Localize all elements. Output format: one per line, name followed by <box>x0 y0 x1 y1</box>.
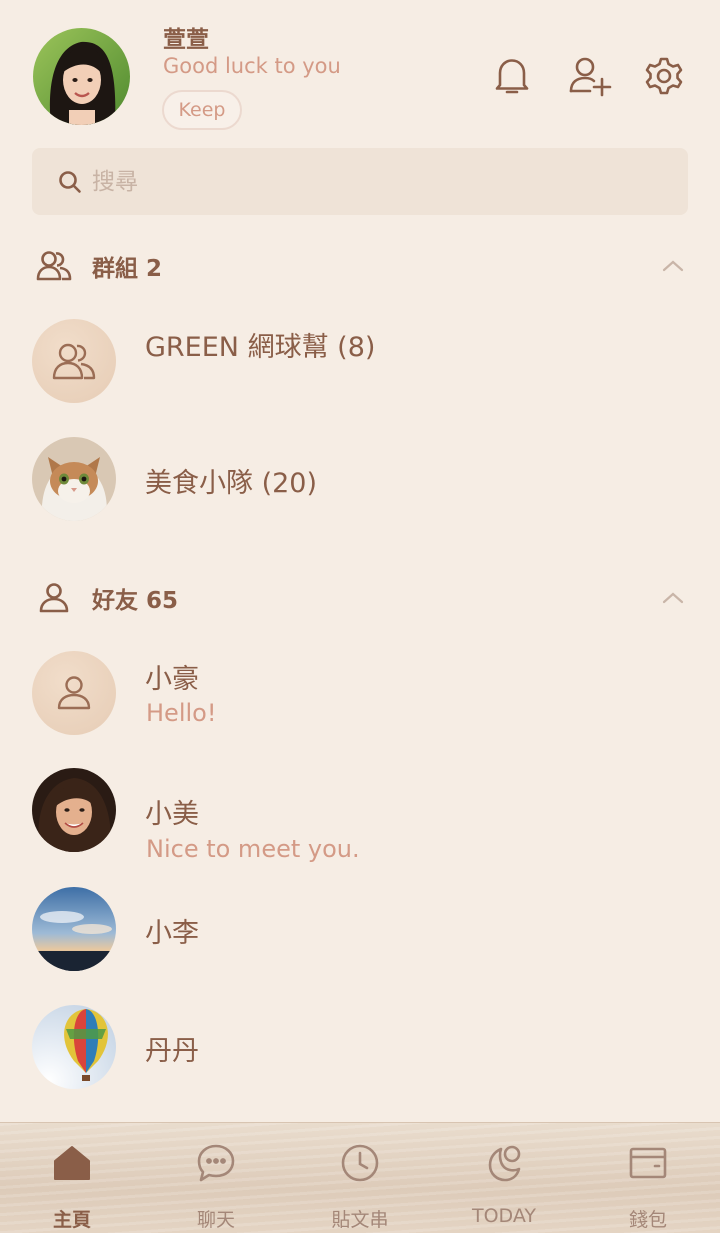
friend-name: 丹丹 <box>145 1036 199 1067</box>
profile-avatar[interactable] <box>33 28 130 125</box>
profile-name: 萱萱 <box>163 27 209 53</box>
friend-name: 小李 <box>145 918 199 949</box>
nav-home[interactable]: 主頁 <box>0 1123 144 1233</box>
group-icon <box>32 244 76 288</box>
nav-chat-label: 聊天 <box>196 1209 235 1231</box>
collapse-chevron-icon[interactable] <box>658 251 688 281</box>
nav-home-label: 主頁 <box>52 1209 91 1231</box>
person-placeholder-icon <box>32 651 116 735</box>
group-row[interactable]: 美食小隊 (20) <box>32 437 688 521</box>
friend-status-message: Nice to meet you. <box>146 835 360 863</box>
friend-row[interactable]: 小美 Nice to meet you. <box>32 768 688 863</box>
nav-timeline-label: 貼文串 <box>331 1209 389 1231</box>
search-input[interactable] <box>90 167 594 196</box>
chat-bubble-icon <box>194 1141 238 1185</box>
search-icon <box>58 169 84 195</box>
nav-wallet[interactable]: 錢包 <box>576 1123 720 1233</box>
sky-avatar <box>32 887 116 971</box>
group-name: 美食小隊 (20) <box>145 468 318 499</box>
keep-button[interactable]: Keep <box>162 90 242 130</box>
friends-section-title: 好友 65 <box>92 588 179 614</box>
collapse-chevron-icon[interactable] <box>658 583 688 613</box>
settings-gear-icon[interactable] <box>642 54 686 98</box>
friend-name: 小美 <box>145 799 199 830</box>
search-bar[interactable] <box>32 148 688 215</box>
nav-today-label: TODAY <box>472 1205 536 1227</box>
friend-row[interactable]: 丹丹 <box>32 1005 688 1089</box>
today-moon-icon <box>482 1141 526 1185</box>
wallet-icon <box>626 1141 670 1185</box>
friend-row[interactable]: 小豪 Hello! <box>32 651 688 735</box>
friends-section-header[interactable]: 好友 65 <box>32 576 688 620</box>
hot-air-balloon-avatar <box>32 1005 116 1089</box>
groups-section-title: 群組 2 <box>92 256 163 282</box>
clock-icon <box>338 1141 382 1185</box>
nav-today[interactable]: TODAY <box>432 1123 576 1233</box>
group-name: GREEN 網球幫 (8) <box>145 332 376 363</box>
nav-wallet-label: 錢包 <box>628 1209 667 1231</box>
friend-name: 小豪 <box>145 664 199 695</box>
person-icon <box>32 576 76 620</box>
group-row[interactable]: GREEN 網球幫 (8) <box>32 319 688 403</box>
groups-section-header[interactable]: 群組 2 <box>32 244 688 288</box>
nav-timeline[interactable]: 貼文串 <box>288 1123 432 1233</box>
nav-chat[interactable]: 聊天 <box>144 1123 288 1233</box>
friend-status-message: Hello! <box>146 699 217 727</box>
bottom-navigation: 主頁 聊天 貼文串 TODAY 錢包 <box>0 1122 720 1233</box>
woman-avatar <box>32 768 116 852</box>
bell-icon[interactable] <box>490 54 534 98</box>
profile-status-message[interactable]: Good luck to you <box>163 54 341 78</box>
friend-row[interactable]: 小李 <box>32 887 688 971</box>
group-placeholder-icon <box>32 319 116 403</box>
add-friend-icon[interactable] <box>568 54 612 98</box>
home-icon <box>50 1141 94 1185</box>
cat-avatar <box>32 437 116 521</box>
